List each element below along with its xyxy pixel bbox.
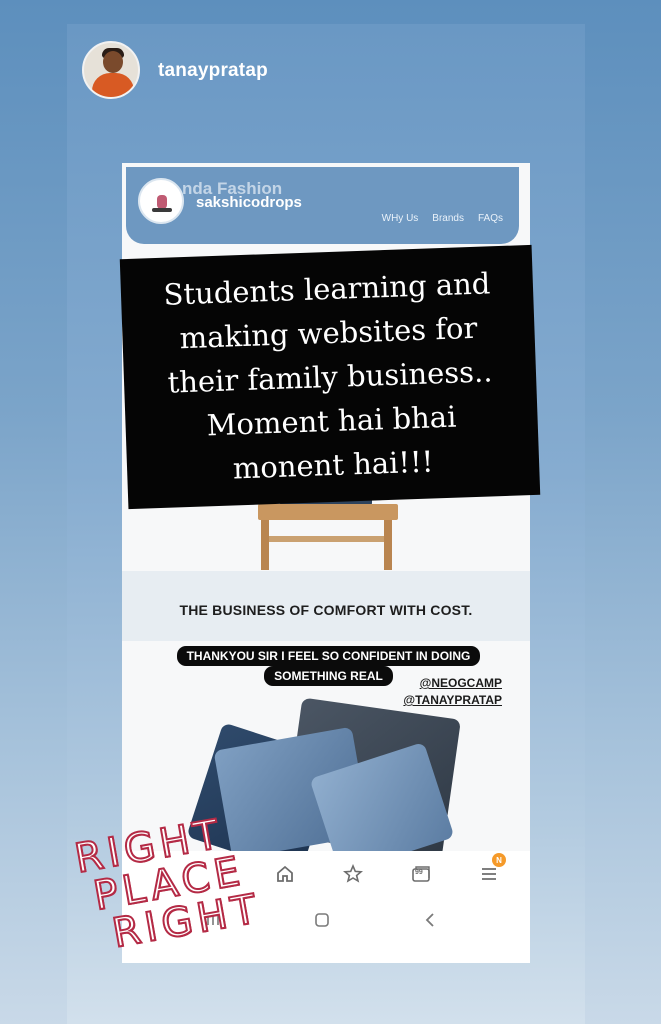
site-header: nda Fashion sakshicodrops WHy Us Brands … [126, 167, 519, 244]
site-logo[interactable] [138, 178, 184, 224]
chair-image [258, 504, 398, 520]
chair-leg [261, 520, 269, 570]
site-title-front: sakshicodrops [196, 194, 302, 211]
site-nav: WHy Us Brands FAQs [382, 213, 503, 224]
back-icon[interactable] [420, 909, 442, 931]
site-tagline: THE BUSINESS OF COMFORT WITH COST. [179, 602, 473, 618]
home-button-icon[interactable] [311, 909, 333, 931]
avatar-shirt [92, 73, 134, 97]
nav-link-faqs[interactable]: FAQs [478, 213, 503, 224]
logo-base-icon [152, 208, 172, 212]
story-username[interactable]: tanaypratap [158, 60, 268, 82]
mention-neogcamp[interactable]: @NEOGCAMP [403, 675, 502, 692]
menu-icon[interactable]: N [476, 853, 506, 887]
tabs-icon[interactable]: 99 [408, 861, 434, 887]
thanks-line-2: SOMETHING REAL [264, 666, 393, 686]
browser-nav-icons: 99 N [272, 853, 506, 887]
avatar[interactable] [82, 41, 140, 99]
logo-figure-icon [157, 195, 167, 209]
nav-link-why-us[interactable]: WHy Us [382, 213, 419, 224]
thanks-line-1: THANKYOU SIR I FEEL SO CONFIDENT IN DOIN… [176, 646, 481, 666]
nav-link-brands[interactable]: Brands [432, 213, 464, 224]
caption-line: monent hai!!! [232, 444, 434, 486]
avatar-face [103, 51, 123, 73]
chair-rail [264, 536, 388, 542]
tabs-count: 99 [415, 869, 423, 876]
chair-leg [384, 520, 392, 570]
menu-badge: N [492, 853, 506, 867]
star-icon[interactable] [340, 861, 366, 887]
caption-box: Students learning and making websites fo… [119, 244, 541, 510]
